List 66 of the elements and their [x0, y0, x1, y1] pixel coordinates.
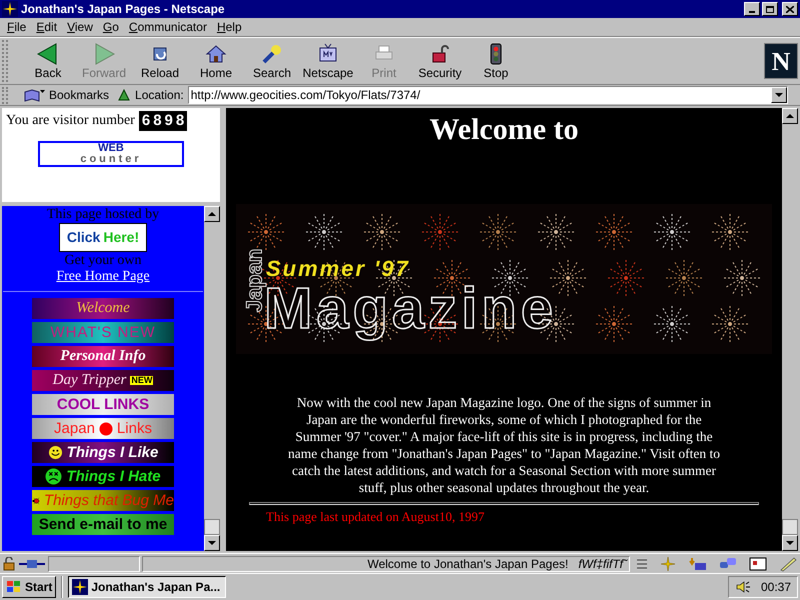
nav-button[interactable]: Things I Like — [32, 442, 174, 463]
minimize-button[interactable] — [744, 2, 760, 16]
toolbar-button[interactable]: Netscape — [300, 40, 356, 82]
scroll-up-button[interactable] — [204, 206, 220, 222]
menu-item[interactable]: Communicator — [124, 18, 212, 36]
scroll-down-button[interactable] — [782, 535, 798, 551]
nav-button[interactable]: Send e-mail to me — [32, 514, 174, 535]
clock: 00:37 — [760, 579, 791, 596]
menu-item[interactable]: View — [62, 18, 98, 36]
nav-button[interactable]: COOL LINKS — [32, 394, 174, 415]
nav-button[interactable]: Personal Info — [32, 346, 174, 367]
nav-button[interactable]: Welcome — [32, 298, 174, 319]
restore-button[interactable] — [762, 2, 778, 16]
toolbar-button[interactable]: Home — [188, 40, 244, 82]
scroll-down-button[interactable] — [204, 535, 220, 551]
window-title: Jonathan's Japan Pages - Netscape — [21, 1, 225, 18]
nav-button[interactable]: Things I Hate — [32, 466, 174, 487]
intro-paragraph: Now with the cool new Japan Magazine logo. One of the signs of summer in Japan are the wonderful fireworks, some of which I photographed for the Summer '97 "cover." A major face-lift of this site is in progress, including the name change from "Jonathan's Japan Pages" to "Japan Magazine." Visit often to catch the latest additions, and watch for a Seasonal Section with more summer stuff, plus other seasonal updates throughout the year. — [286, 394, 722, 496]
toolbar-button[interactable]: Search — [244, 40, 300, 82]
toolbar-button[interactable]: Back — [20, 40, 76, 82]
pen-icon[interactable] — [778, 556, 798, 572]
bookmarks-icon — [24, 88, 46, 102]
free-home-page-link[interactable]: Free Home Page — [56, 269, 150, 285]
navigator-icon[interactable] — [658, 556, 678, 572]
bookmarks-button[interactable]: Bookmarks — [24, 86, 110, 104]
component-bar-icon[interactable] — [636, 556, 648, 570]
page-heading: Welcome to — [429, 112, 579, 148]
speaker-icon[interactable] — [734, 580, 751, 594]
frowning-face-icon — [45, 468, 62, 485]
lock-icon — [2, 556, 16, 570]
updated-text: This page last updated on August10, 1997 — [266, 509, 484, 524]
menu-item[interactable]: Help — [212, 18, 247, 36]
search-icon — [260, 42, 284, 66]
visitor-counter: 6 8 9 8 — [138, 110, 188, 130]
web-counter-logo[interactable]: WEB counter — [38, 141, 184, 167]
inbox-icon[interactable] — [688, 556, 708, 572]
location-field[interactable]: http://www.geocities.com/Tokyo/Flats/7374/ — [188, 86, 788, 104]
scrollbar[interactable] — [204, 206, 220, 551]
location-label: Location: — [135, 87, 184, 104]
close-icon — [786, 6, 794, 12]
location-icon — [117, 88, 132, 102]
taskbar-button[interactable]: Jonathan's Japan Pa... — [68, 576, 226, 598]
smiley-icon — [48, 445, 63, 460]
status-text: fWf‡fifTf˜ — [578, 556, 627, 572]
dot-icon — [98, 422, 113, 436]
toolbar-button[interactable]: Security — [412, 40, 468, 82]
netscape-logo: N — [764, 43, 798, 79]
scroll-thumb[interactable] — [204, 519, 220, 535]
menu-item[interactable]: File — [2, 18, 32, 36]
scroll-up-button[interactable] — [782, 108, 798, 124]
status-message: Welcome to Jonathan's Japan Pages! — [367, 556, 568, 572]
start-button[interactable]: Start — [2, 576, 56, 598]
menu-item[interactable]: Go — [98, 18, 124, 36]
dropdown-button[interactable] — [771, 87, 787, 103]
close-button[interactable] — [782, 2, 798, 16]
menu-item[interactable]: Edit — [31, 18, 62, 36]
scroll-thumb[interactable] — [782, 519, 798, 535]
scrollbar[interactable] — [782, 108, 798, 551]
own-text: Get your own — [64, 253, 142, 269]
composer-icon[interactable] — [748, 556, 768, 572]
visitor-text: You are visitor number — [6, 112, 135, 130]
nav-button[interactable]: Day Tripper NEW — [32, 370, 174, 391]
toolbar-button[interactable]: Reload — [132, 40, 188, 82]
toolbar-button[interactable]: Stop — [468, 40, 524, 82]
click-here-button[interactable]: Click Here! — [59, 223, 147, 252]
hosted-text: This page hosted by — [46, 207, 160, 223]
